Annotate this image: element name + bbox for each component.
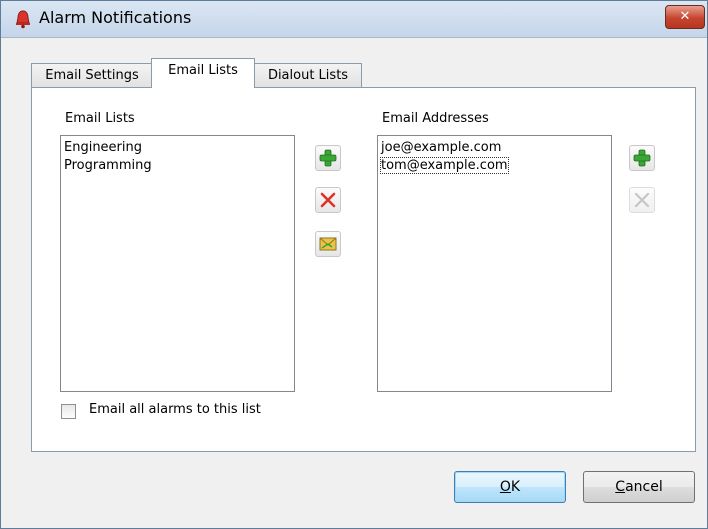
plus-icon <box>319 149 337 167</box>
x-icon <box>634 192 650 208</box>
title-bar[interactable]: Alarm Notifications ✕ <box>1 1 707 38</box>
x-icon <box>320 192 336 208</box>
email-list-button[interactable] <box>315 231 341 257</box>
envelope-icon <box>319 237 337 251</box>
email-all-alarms-label[interactable]: Email all alarms to this list <box>89 402 261 417</box>
close-button[interactable]: ✕ <box>665 5 705 29</box>
alarm-bell-icon <box>13 9 33 29</box>
list-item[interactable]: joe@example.com <box>378 139 611 157</box>
list-item-focused[interactable]: tom@example.com <box>378 157 611 175</box>
tab-label: Email Settings <box>45 68 139 83</box>
close-icon: ✕ <box>679 9 691 24</box>
add-address-button[interactable] <box>629 145 655 171</box>
list-item[interactable]: Programming <box>61 157 294 175</box>
tab-email-settings[interactable]: Email Settings <box>31 63 153 87</box>
dialog-window: Alarm Notifications ✕ Email Settings Ema… <box>0 0 708 529</box>
email-addresses-label: Email Addresses <box>382 111 489 126</box>
email-lists-label: Email Lists <box>65 111 135 126</box>
delete-list-button[interactable] <box>315 187 341 213</box>
delete-address-button[interactable] <box>629 187 655 213</box>
email-addresses-listbox[interactable]: joe@example.com tom@example.com <box>377 135 612 392</box>
list-item[interactable]: Engineering <box>61 139 294 157</box>
ok-button[interactable]: OK <box>454 471 566 503</box>
window-title: Alarm Notifications <box>39 8 192 27</box>
tab-email-lists[interactable]: Email Lists <box>151 58 255 88</box>
tab-dialout-lists[interactable]: Dialout Lists <box>254 63 362 87</box>
email-all-alarms-checkbox[interactable] <box>61 404 76 419</box>
plus-icon <box>633 149 651 167</box>
email-lists-listbox[interactable]: Engineering Programming <box>60 135 295 392</box>
tab-label: Dialout Lists <box>267 68 349 83</box>
add-list-button[interactable] <box>315 145 341 171</box>
tab-label: Email Lists <box>168 63 238 78</box>
cancel-button[interactable]: Cancel <box>583 471 695 503</box>
